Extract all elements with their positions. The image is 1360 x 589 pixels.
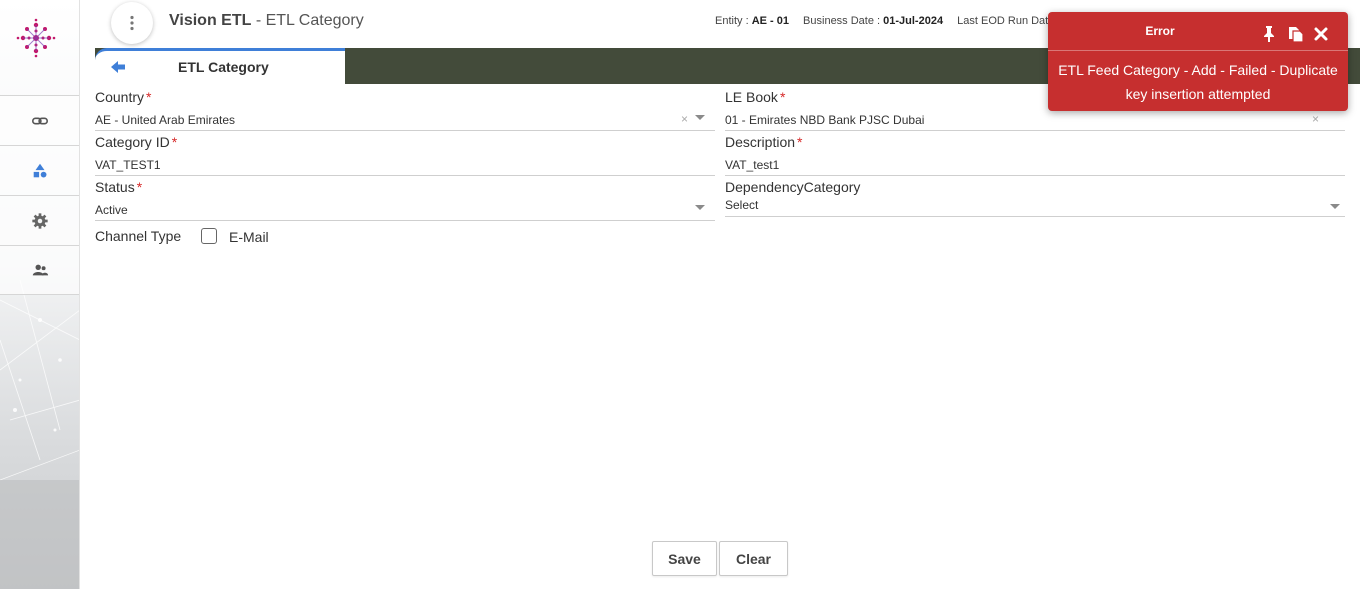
- required-marker: *: [136, 179, 143, 195]
- last-eod-label: Last EOD Run Date: [957, 15, 1055, 27]
- email-checkbox[interactable]: [201, 228, 217, 244]
- country-label-text: Country: [95, 89, 145, 105]
- description-input[interactable]: VAT_test1: [725, 158, 779, 172]
- business-date-value: 01-Jul-2024: [883, 15, 944, 27]
- required-marker: *: [146, 89, 152, 105]
- status-underline: [95, 220, 715, 221]
- email-option-label: E-Mail: [229, 229, 269, 245]
- status-label: Status *: [95, 179, 142, 195]
- menu-button[interactable]: [111, 2, 153, 44]
- chevron-down-icon[interactable]: [695, 205, 705, 210]
- clear-button[interactable]: Clear: [719, 541, 788, 576]
- app-name: Vision ETL: [169, 12, 252, 29]
- page-title: Vision ETL - ETL Category: [169, 12, 364, 30]
- network-background-image: [0, 280, 79, 589]
- required-marker: *: [797, 134, 803, 150]
- gear-icon: [32, 212, 48, 229]
- sidebar-item-link[interactable]: [0, 95, 79, 145]
- toast-divider: [1048, 50, 1348, 51]
- description-label: Description *: [725, 134, 802, 150]
- description-label-text: Description: [725, 134, 796, 150]
- status-select[interactable]: Active: [95, 203, 128, 217]
- toast-title: Error: [1145, 24, 1175, 38]
- header-info: Entity : AE - 01 Business Date : 01-Jul-…: [715, 15, 1054, 27]
- le-book-underline: [725, 130, 1345, 131]
- le-book-select[interactable]: 01 - Emirates NBD Bank PJSC Dubai: [725, 113, 924, 127]
- page-name: - ETL Category: [251, 12, 364, 29]
- toast-message: ETL Feed Category - Add - Failed - Dupli…: [1058, 62, 1338, 102]
- country-underline: [95, 130, 715, 131]
- category-id-label: Category ID *: [95, 134, 177, 150]
- copy-icon[interactable]: [1286, 25, 1304, 43]
- link-icon: [31, 116, 49, 125]
- dependency-category-select[interactable]: Select: [725, 198, 758, 212]
- le-book-label: LE Book *: [725, 89, 785, 105]
- business-date-label: Business Date :: [803, 15, 884, 27]
- sidebar-item-users[interactable]: [0, 245, 79, 295]
- channel-type-label: Channel Type: [95, 228, 182, 244]
- required-marker: *: [779, 89, 786, 105]
- country-label: Country *: [95, 89, 151, 105]
- category-id-input[interactable]: VAT_TEST1: [95, 158, 161, 172]
- pin-icon[interactable]: [1260, 25, 1278, 43]
- chevron-down-icon[interactable]: [1330, 204, 1340, 209]
- tab-etl-category[interactable]: ETL Category: [95, 48, 345, 84]
- required-marker: *: [171, 134, 178, 150]
- clear-icon[interactable]: ×: [1312, 112, 1319, 126]
- close-icon[interactable]: [1312, 25, 1330, 43]
- category-id-label-text: Category ID: [95, 134, 170, 150]
- sidebar: [0, 0, 80, 589]
- back-arrow-icon[interactable]: [111, 61, 125, 73]
- entity-label: Entity :: [715, 15, 752, 27]
- save-button[interactable]: Save: [652, 541, 717, 576]
- shapes-icon: [33, 163, 47, 177]
- le-book-label-text: LE Book: [725, 89, 778, 105]
- country-select[interactable]: AE - United Arab Emirates: [95, 113, 235, 127]
- sidebar-item-shapes[interactable]: [0, 145, 79, 195]
- tab-label: ETL Category: [178, 59, 269, 75]
- clear-icon[interactable]: ×: [681, 112, 688, 126]
- description-underline: [725, 175, 1345, 176]
- dependency-category-underline: [725, 216, 1345, 217]
- chevron-down-icon[interactable]: [695, 115, 705, 120]
- more-vertical-icon: [130, 15, 134, 31]
- company-logo: [16, 18, 56, 58]
- error-toast: Error ETL Feed Category - Add - Failed -…: [1048, 12, 1348, 111]
- dependency-category-label: DependencyCategory: [725, 179, 861, 195]
- category-id-underline: [95, 175, 715, 176]
- sidebar-item-settings[interactable]: [0, 195, 79, 245]
- entity-value: AE - 01: [751, 15, 789, 27]
- users-icon: [32, 264, 49, 276]
- status-label-text: Status: [95, 179, 135, 195]
